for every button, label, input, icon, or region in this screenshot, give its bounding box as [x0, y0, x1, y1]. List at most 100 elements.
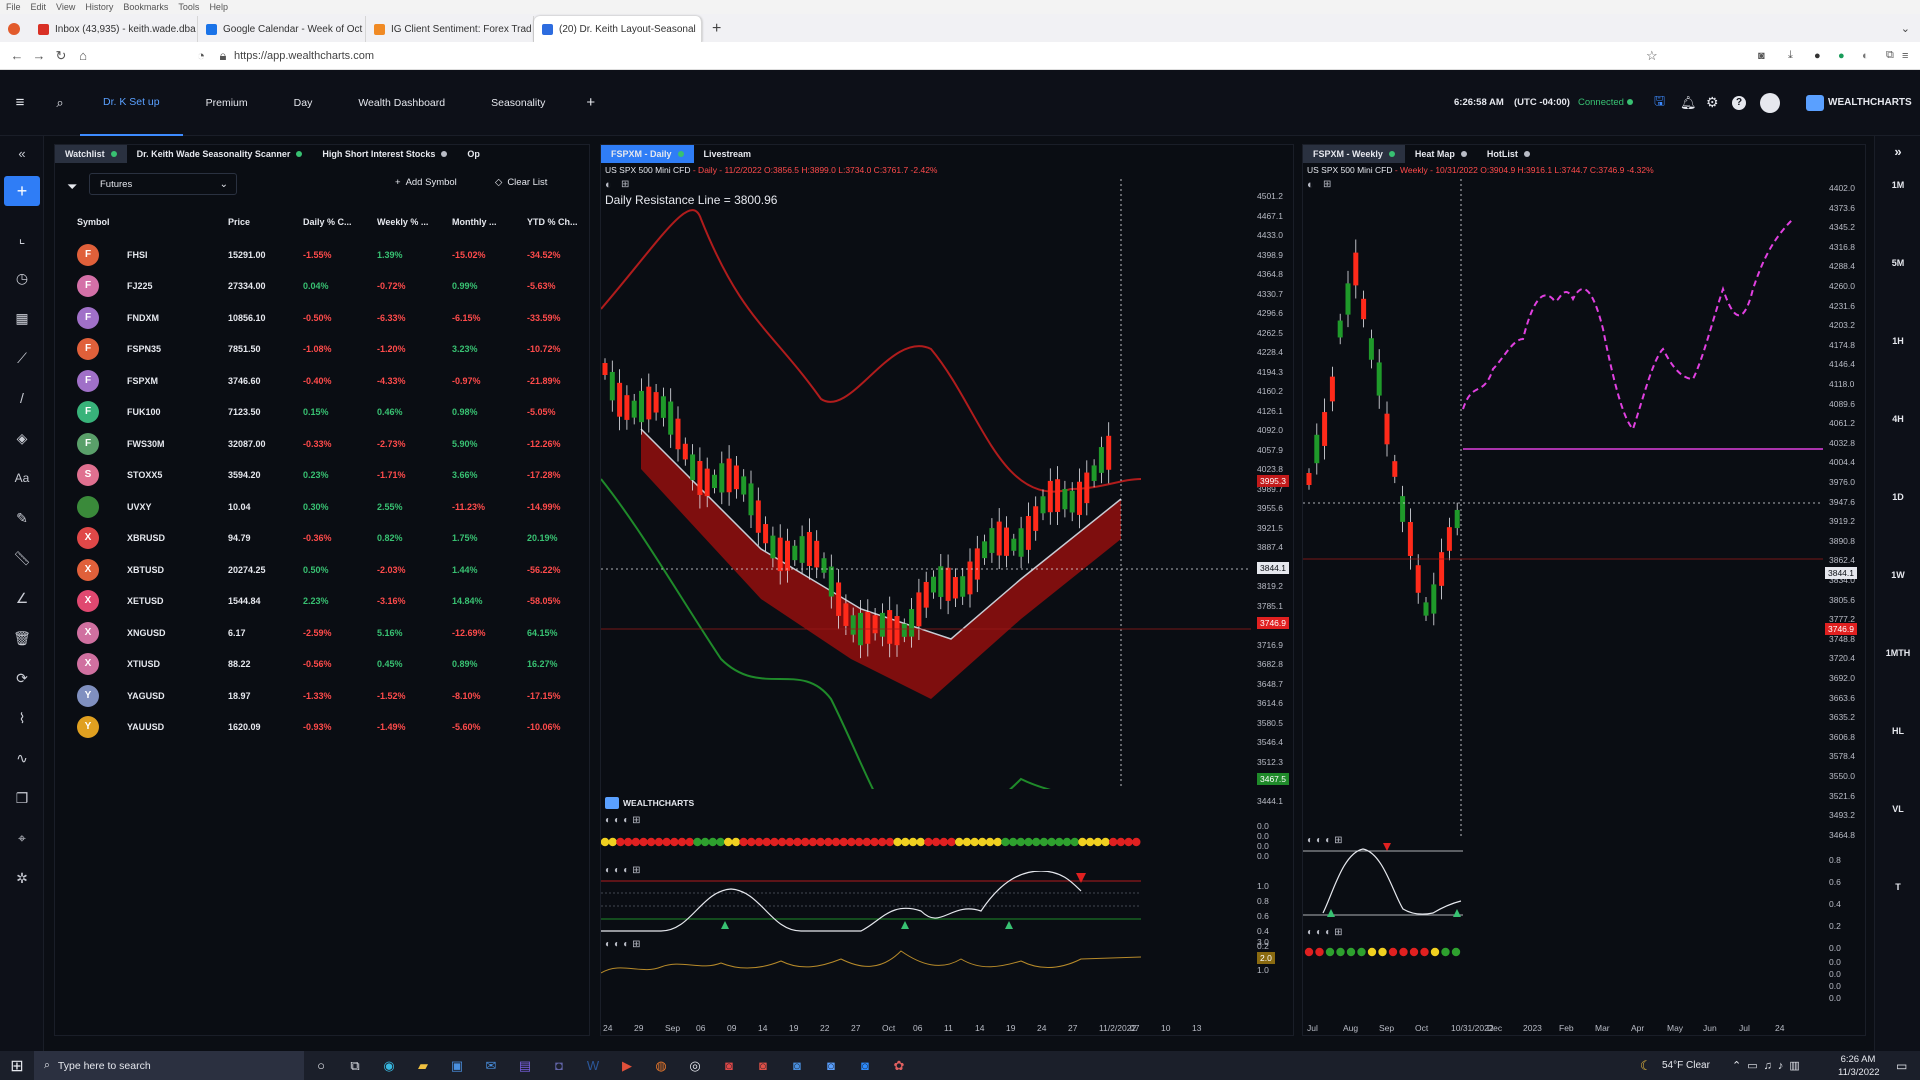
notification-icon[interactable]: ▭	[1896, 1059, 1907, 1073]
menu-edit[interactable]: Edit	[31, 2, 47, 12]
tab-day[interactable]: Day	[271, 70, 336, 136]
taskbar-search[interactable]: ⌕ Type here to search	[34, 1051, 304, 1080]
col-symbol[interactable]: Symbol	[77, 217, 110, 227]
tray-icons[interactable]: ⌃▭♫♪▥	[1732, 1059, 1806, 1072]
daily-price-chart[interactable]	[601, 179, 1251, 789]
crosshair-tool-icon[interactable]: ⌞	[10, 226, 34, 250]
table-row[interactable]: UVXY 10.04 0.30% 2.55% -11.23% -14.99%	[55, 491, 575, 522]
wave-icon[interactable]: ∿	[10, 746, 34, 770]
list-filter-select[interactable]: Futures ⌄	[89, 173, 237, 195]
tray-clock[interactable]: 6:26 AM 11/3/2022	[1838, 1053, 1880, 1079]
timeframe-4h[interactable]: 4H	[1875, 414, 1920, 424]
forward-icon[interactable]: →	[28, 48, 50, 63]
trend-icon[interactable]: ⟋	[10, 346, 34, 370]
table-row[interactable]: F FJ225 27334.00 0.04% -0.72% 0.99% -5.63%	[55, 271, 575, 302]
table-row[interactable]: F FWS30M 32087.00 -0.33% -2.73% 5.90% -12.26%	[55, 428, 575, 459]
search-icon[interactable]: ⌕	[40, 95, 80, 111]
table-row[interactable]: X XBRUSD 94.79 -0.36% 0.82% 1.75% 20.19%	[55, 523, 575, 554]
tab-watchlist[interactable]: Watchlist	[55, 145, 127, 163]
stats-icon[interactable]: ⌇	[10, 706, 34, 730]
tab-premium[interactable]: Premium	[183, 70, 271, 136]
menu-view[interactable]: View	[56, 2, 75, 12]
collapse-icon[interactable]: «	[10, 142, 34, 166]
timezone[interactable]: (UTC -04:00)	[1514, 97, 1570, 108]
trash-icon[interactable]: 🗑︎	[10, 626, 34, 650]
target-icon[interactable]: ⌖	[10, 826, 34, 850]
menu-help[interactable]: Help	[209, 2, 228, 12]
table-row[interactable]: X XETUSD 1544.84 2.23% -3.16% 14.84% -58.05%	[55, 586, 575, 617]
timeframe-vl[interactable]: VL	[1875, 804, 1920, 814]
shield-icon[interactable]: ◔	[190, 48, 212, 63]
add-symbol-button[interactable]: + Add Symbol	[395, 177, 457, 188]
url-field[interactable]: https://app.wealthcharts.com	[234, 50, 374, 62]
extension-icon[interactable]: ●	[1814, 50, 1821, 62]
table-row[interactable]: X XNGUSD 6.17 -2.59% 5.16% -12.69% 64.15%	[55, 617, 575, 648]
tab-op[interactable]: Op	[457, 145, 490, 163]
zoom-icon[interactable]: ◙	[848, 1051, 882, 1080]
table-row[interactable]: F FUK100 7123.50 0.15% 0.46% 0.98% -5.05%	[55, 397, 575, 428]
app-icon-5[interactable]: ◙	[746, 1051, 780, 1080]
tab-dr-k-setup[interactable]: Dr. K Set up	[80, 70, 183, 136]
app-icon-8[interactable]: ✿	[882, 1051, 916, 1080]
bell-icon[interactable]: 🔔︎	[1680, 95, 1697, 111]
reload-icon[interactable]: ↻	[50, 48, 72, 64]
store-icon[interactable]: ▣	[440, 1051, 474, 1080]
add-tab-button[interactable]: +	[568, 94, 595, 111]
gear-icon[interactable]: ⚙	[1706, 94, 1719, 111]
cortana-icon[interactable]: ○	[304, 1051, 338, 1080]
tab-fspxm-weekly[interactable]: FSPXM - Weekly	[1303, 145, 1405, 163]
firefox-icon[interactable]: ◍	[644, 1051, 678, 1080]
timeframe-1d[interactable]: 1D	[1875, 492, 1920, 502]
table-row[interactable]: Y YAUUSD 1620.09 -0.93% -1.49% -5.60% -10.06%	[55, 712, 575, 743]
timeframe-5m[interactable]: 5M	[1875, 258, 1920, 268]
list-tabs-icon[interactable]: ⌄	[1901, 22, 1910, 35]
table-row[interactable]: Y YAGUSD 18.97 -1.33% -1.52% -8.10% -17.15%	[55, 680, 575, 711]
tab-livestream[interactable]: Livestream	[694, 145, 762, 163]
table-row[interactable]: F FSPXM 3746.60 -0.40% -4.33% -0.97% -21.89%	[55, 365, 575, 396]
tab-wealth-dashboard[interactable]: Wealth Dashboard	[335, 70, 468, 136]
menu-icon[interactable]: ≡	[0, 94, 40, 111]
word-icon[interactable]: W	[576, 1051, 610, 1080]
menu-bookmarks[interactable]: Bookmarks	[123, 2, 168, 12]
tab-fspxm-daily[interactable]: FSPXM - Daily	[601, 145, 694, 163]
col-ytd[interactable]: YTD % Ch...	[527, 217, 578, 227]
teams-icon[interactable]: ◘	[542, 1051, 576, 1080]
indicator-controls-2[interactable]: ◐◐◐⊞	[1307, 927, 1346, 938]
menu-history[interactable]: History	[85, 2, 113, 12]
clock-icon[interactable]: ◷	[10, 266, 34, 290]
filter-icon[interactable]: ⏷	[67, 179, 77, 195]
ruler-icon[interactable]: 📏︎	[10, 546, 34, 570]
timeframe-hl[interactable]: HL	[1875, 726, 1920, 736]
save-layout-icon[interactable]: 🖫︎	[1654, 92, 1665, 114]
extensions-menu-icon[interactable]: ⧉	[1886, 49, 1894, 62]
extension-icon-2[interactable]: ●	[1838, 50, 1845, 62]
angle-icon[interactable]: ∠	[10, 586, 34, 610]
indicator-controls-1[interactable]: ◐◐◐⊞	[605, 815, 644, 826]
bookmark-star-icon[interactable]: ☆	[1646, 48, 1658, 64]
text-tool-icon[interactable]: Aa	[10, 466, 34, 490]
avatar[interactable]	[1760, 92, 1780, 113]
table-row[interactable]: F FHSI 15291.00 -1.55% 1.39% -15.02% -34.52%	[55, 239, 575, 270]
tab-seasonality[interactable]: Seasonality	[468, 70, 568, 136]
browser-tab-calendar[interactable]: Google Calendar - Week of Oct✕	[198, 16, 366, 42]
tab-high-short-interest[interactable]: High Short Interest Stocks	[312, 145, 457, 163]
task-view-icon[interactable]: ⧉	[338, 1051, 372, 1080]
tab-heat-map[interactable]: Heat Map	[1405, 145, 1477, 163]
add-chart-button[interactable]: +	[4, 176, 40, 206]
clear-list-button[interactable]: ◇ Clear List	[495, 177, 547, 188]
weather-text[interactable]: 54°F Clear	[1662, 1060, 1710, 1071]
file-explorer-icon[interactable]: ▰	[406, 1051, 440, 1080]
layers-icon[interactable]: ❐	[10, 786, 34, 810]
timeframe-t[interactable]: T	[1875, 882, 1920, 892]
settings-icon[interactable]: ✲	[10, 866, 34, 890]
table-row[interactable]: X XBTUSD 20274.25 0.50% -2.03% 1.44% -56.22%	[55, 554, 575, 585]
menu-tools[interactable]: Tools	[178, 2, 199, 12]
browser-tab-inbox[interactable]: Inbox (43,935) - keith.wade.dba✕	[30, 16, 198, 42]
extension-icon-3[interactable]: ◐	[1862, 50, 1869, 62]
browser-tab-wealthcharts[interactable]: (20) Dr. Keith Layout-Seasonal✕	[534, 16, 702, 42]
table-row[interactable]: S STOXX5 3594.20 0.23% -1.71% 3.66% -17.28%	[55, 460, 575, 491]
downloads-icon[interactable]: ⤓	[1788, 49, 1793, 62]
edge-icon[interactable]: ◉	[372, 1051, 406, 1080]
back-icon[interactable]: ←	[6, 48, 28, 63]
timeframe-1m[interactable]: 1M	[1875, 180, 1920, 190]
